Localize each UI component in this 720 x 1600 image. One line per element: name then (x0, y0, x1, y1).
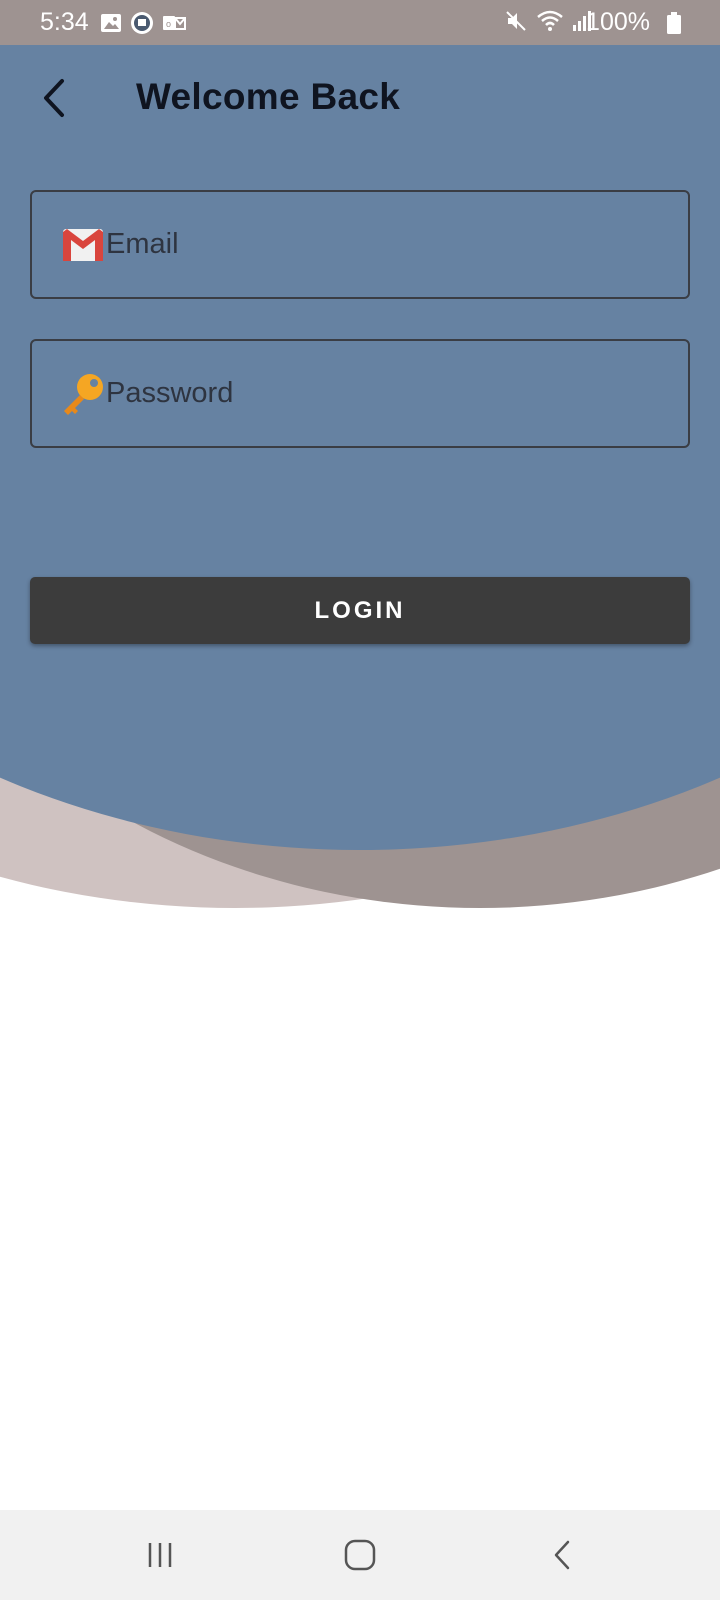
app-notification-icon (130, 11, 154, 40)
wifi-icon (536, 9, 564, 38)
battery-icon (667, 12, 681, 39)
chevron-left-icon (44, 79, 64, 117)
home-button[interactable] (330, 1530, 390, 1580)
password-placeholder: Password (106, 377, 234, 409)
gmail-icon (60, 222, 106, 268)
battery-percentage: 100% (586, 8, 650, 36)
back-button[interactable] (36, 76, 72, 120)
mute-icon (504, 9, 528, 38)
back-icon (554, 1540, 570, 1570)
svg-text:o: o (166, 19, 171, 29)
system-icons (504, 9, 592, 38)
recent-apps-icon (148, 1543, 172, 1567)
nav-back-button[interactable] (532, 1530, 592, 1580)
status-bar: 5:34 o 100% (0, 0, 720, 45)
home-icon (344, 1539, 376, 1571)
outlook-notification-icon: o (162, 12, 186, 39)
key-icon (60, 371, 106, 417)
email-field[interactable]: Email (30, 190, 690, 299)
status-time: 5:34 (40, 8, 89, 36)
navigation-bar (0, 1510, 720, 1600)
notification-icons: o (100, 11, 186, 40)
login-button[interactable]: LOGIN (30, 577, 690, 644)
recent-apps-button[interactable] (130, 1530, 190, 1580)
page-title: Welcome Back (136, 76, 401, 117)
email-placeholder: Email (106, 228, 179, 260)
image-notification-icon (100, 12, 122, 39)
background-curves (0, 0, 720, 908)
password-field[interactable]: Password (30, 339, 690, 448)
